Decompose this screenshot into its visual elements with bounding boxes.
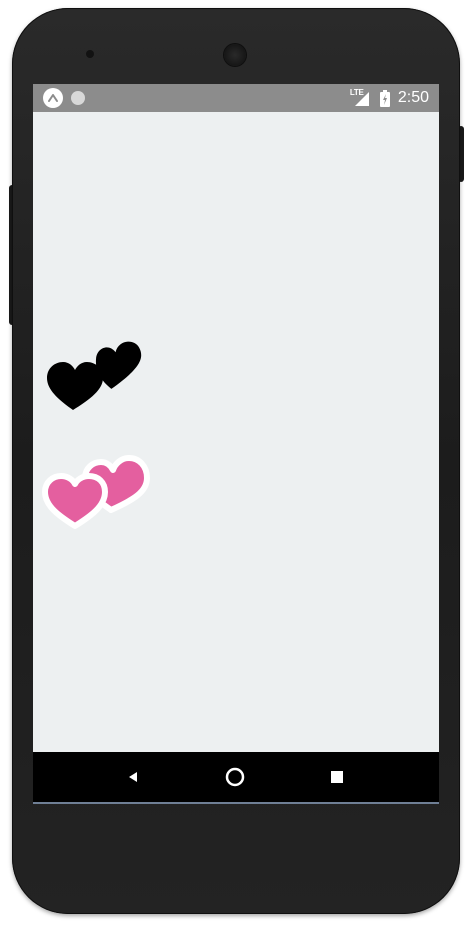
back-triangle-icon [129, 772, 137, 782]
recents-button[interactable] [325, 765, 349, 789]
recents-square-icon [331, 771, 343, 783]
earpiece-speaker [224, 44, 246, 66]
status-right-group: LTE 2:50 [349, 86, 429, 110]
progress-indicator-line [33, 802, 439, 804]
lte-signal-icon: LTE [349, 88, 372, 107]
device-screen: LTE 2:50 [33, 84, 439, 804]
front-sensor [86, 50, 94, 58]
black-double-heart-sticker[interactable] [43, 334, 147, 414]
status-left-group [43, 88, 85, 108]
app-launcher-icon [43, 88, 63, 108]
pink-double-heart-sticker[interactable] [41, 444, 151, 530]
battery-charging-icon [379, 89, 390, 107]
app-content [33, 112, 439, 752]
status-bar: LTE 2:50 [33, 84, 439, 112]
notification-dot-icon [71, 91, 85, 105]
back-button[interactable] [121, 765, 145, 789]
caret-up-icon [48, 94, 58, 102]
front-heart-icon [42, 473, 108, 529]
home-button[interactable] [223, 765, 247, 789]
front-heart-icon [47, 362, 103, 410]
navigation-bar [33, 752, 439, 802]
lte-label: LTE [349, 88, 364, 97]
home-circle-icon [225, 767, 245, 787]
status-clock: 2:50 [397, 89, 429, 106]
